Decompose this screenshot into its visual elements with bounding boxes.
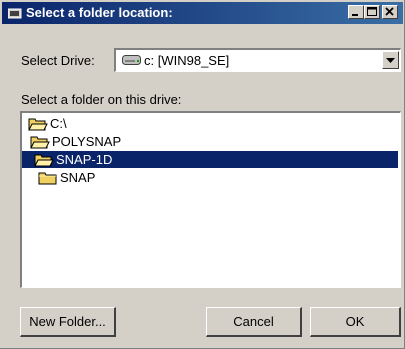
folder-item-snap[interactable]: SNAP	[38, 169, 158, 186]
drive-select[interactable]: c: [WIN98_SE]	[114, 48, 401, 72]
folder-item-label: SNAP-1D	[56, 152, 113, 167]
select-drive-label: Select Drive:	[21, 53, 95, 68]
maximize-button[interactable]	[364, 5, 380, 19]
drive-dropdown-button[interactable]	[382, 51, 399, 69]
folder-open-icon	[28, 118, 48, 131]
folder-item-snap-1d[interactable]: SNAP-1D	[22, 151, 398, 168]
new-folder-button[interactable]: New Folder...	[20, 307, 116, 337]
folder-item-label: C:\	[50, 116, 67, 131]
folder-dialog: Select a folder location: Select Drive: …	[0, 0, 405, 349]
cancel-button[interactable]: Cancel	[206, 307, 302, 337]
drive-select-value: c: [WIN98_SE]	[144, 53, 230, 68]
close-icon	[385, 7, 394, 16]
folder-tree[interactable]: C:\ POLYSNAP SNAP-1D SNAP	[20, 111, 401, 288]
maximize-icon	[367, 7, 377, 16]
folder-item-root[interactable]: C:\	[28, 115, 148, 132]
folder-open-icon	[34, 154, 54, 167]
folder-item-label: SNAP	[60, 170, 96, 185]
drive-icon	[122, 55, 141, 65]
title-bar[interactable]: Select a folder location:	[2, 2, 403, 24]
folder-item-label: POLYSNAP	[52, 134, 122, 149]
window-title: Select a folder location:	[26, 5, 173, 20]
ok-button[interactable]: OK	[310, 307, 401, 337]
folder-item-polysnap[interactable]: POLYSNAP	[30, 133, 160, 150]
minimize-button[interactable]	[348, 5, 364, 19]
folder-open-icon	[30, 136, 50, 149]
chevron-down-icon	[386, 58, 395, 63]
app-icon	[8, 8, 22, 19]
close-button[interactable]	[382, 5, 398, 19]
folder-icon	[38, 172, 57, 185]
minimize-icon	[352, 14, 358, 16]
select-folder-label: Select a folder on this drive:	[21, 92, 182, 107]
